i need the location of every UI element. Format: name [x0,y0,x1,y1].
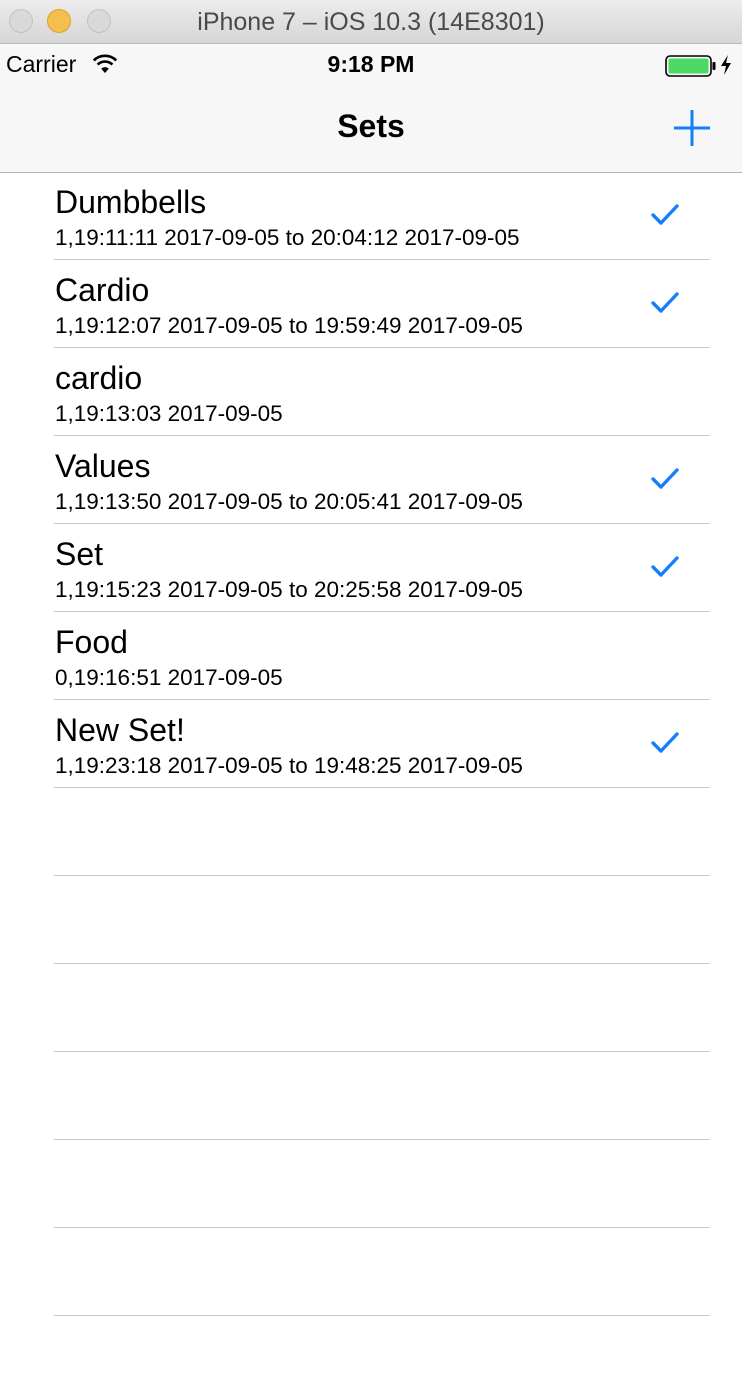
empty-table-row [54,964,710,1052]
checkmark-icon [651,204,679,225]
table-row[interactable]: Set 1,19:15:23 2017-09-05 to 20:25:58 201… [54,524,710,612]
set-title: Food [55,624,128,660]
set-subtitle: 1,19:13:03 2017-09-05 [55,401,283,426]
battery-icon [665,55,716,77]
window-title: iPhone 7 – iOS 10.3 (14E8301) [197,8,545,36]
plus-icon [674,110,710,146]
empty-table-row [54,1140,710,1228]
table-row[interactable]: Food 0,19:16:51 2017-09-05 [54,612,710,700]
set-title: Values [55,448,151,484]
table-row[interactable]: Values 1,19:13:50 2017-09-05 to 20:05:41 … [54,436,710,524]
empty-table-row [54,876,710,964]
add-set-button[interactable] [668,104,716,152]
table-row[interactable]: New Set! 1,19:23:18 2017-09-05 to 19:48:2… [54,700,710,788]
set-subtitle: 1,19:12:07 2017-09-05 to 19:59:49 2017-0… [55,313,523,338]
checkmark-icon [651,556,679,577]
checkmark-icon [651,468,679,489]
set-title: Dumbbells [55,184,207,220]
set-subtitle: 1,19:11:11 2017-09-05 to 20:04:12 2017-0… [55,225,520,250]
set-title: cardio [55,360,143,396]
table-row[interactable]: Cardio 1,19:12:07 2017-09-05 to 19:59:49 … [54,260,710,348]
set-subtitle: 0,19:16:51 2017-09-05 [55,665,283,690]
simulator-title-bar: iPhone 7 – iOS 10.3 (14E8301) [0,0,742,44]
set-title: New Set! [55,712,185,748]
set-title: Set [55,536,104,572]
navigation-bar: Sets [0,84,742,173]
set-subtitle: 1,19:15:23 2017-09-05 to 20:25:58 2017-0… [55,577,523,602]
set-subtitle: 1,19:13:50 2017-09-05 to 20:05:41 2017-0… [55,489,523,514]
table-row[interactable]: Dumbbells 1,19:11:11 2017-09-05 to 20:04:… [54,172,710,260]
sets-table: Dumbbells 1,19:11:11 2017-09-05 to 20:04:… [0,172,742,1316]
set-subtitle: 1,19:23:18 2017-09-05 to 19:48:25 2017-0… [55,753,523,778]
empty-table-row [54,788,710,876]
table-row[interactable]: cardio 1,19:13:03 2017-09-05 [54,348,710,436]
checkmark-icon [651,292,679,313]
charging-bolt-icon [721,55,731,75]
empty-table-row [54,1052,710,1140]
status-bar: Carrier 9:18 PM [0,44,742,84]
page-title: Sets [337,108,405,144]
checkmark-icon [651,732,679,753]
empty-table-row [54,1228,710,1316]
status-time: 9:18 PM [327,51,415,77]
set-title: Cardio [55,272,150,308]
